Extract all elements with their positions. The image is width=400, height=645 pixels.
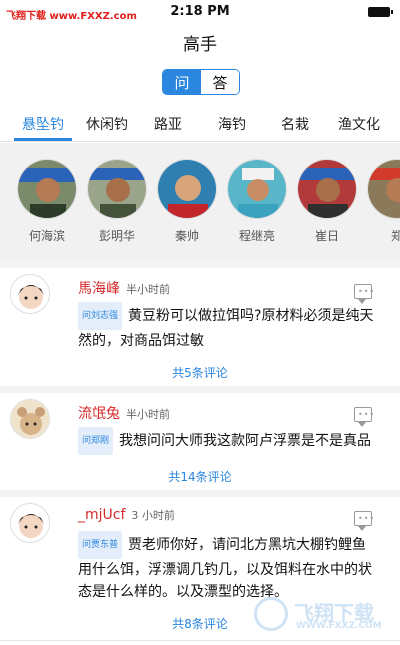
expert-name: 程继亮 <box>238 229 275 243</box>
tab-active-indicator <box>14 138 72 141</box>
tab-xiuxiandiao[interactable]: 休闲钓 <box>86 114 128 134</box>
comment-icon[interactable]: ••• <box>354 284 374 304</box>
username[interactable]: _mjUcf <box>78 507 125 523</box>
ask-tag[interactable]: 问贾东普 <box>78 531 123 559</box>
post-header: _mjUcf 3 小时前 <box>78 507 175 523</box>
question-content: 黄豆粉可以做拉饵吗?原材料必须是纯天然的，对商品饵过敏 <box>78 308 374 349</box>
expert-name: 彭明华 <box>98 229 135 243</box>
tab-yuwenhua[interactable]: 渔文化 <box>338 114 380 134</box>
question-content: 我想问问大师我这款阿卢浮票是不是真品 <box>119 433 372 449</box>
expert-item[interactable]: 崔日 <box>294 159 360 244</box>
brand-logo-icon <box>254 597 288 631</box>
expert-name: 秦帅 <box>174 229 199 243</box>
divider <box>0 640 400 641</box>
brand-url: WWW.FXXZ.COM <box>296 621 382 631</box>
comment-icon[interactable]: ••• <box>354 511 374 531</box>
user-avatar <box>10 274 50 314</box>
tab-xuanzhuidiao[interactable]: 悬坠钓 <box>22 114 64 134</box>
tab-mingzai[interactable]: 名栽 <box>281 114 309 134</box>
page-title: 高手 <box>183 35 217 55</box>
expert-avatar <box>17 159 77 219</box>
expert-item[interactable]: 彭明华 <box>84 159 150 244</box>
expert-item[interactable]: 何海滨 <box>14 159 80 244</box>
tab-luya[interactable]: 路亚 <box>154 114 182 134</box>
comments-link[interactable]: 共5条评论 <box>0 364 400 381</box>
battery-icon <box>368 7 393 17</box>
expert-avatar <box>367 159 400 219</box>
question-text: 问刘志强 黄豆粉可以做拉饵吗?原材料必须是纯天然的，对商品饵过敏 <box>78 302 378 352</box>
expert-item[interactable]: 秦帅 <box>154 159 220 244</box>
ask-tag[interactable]: 问郑刚 <box>78 427 114 455</box>
expert-avatar <box>87 159 147 219</box>
comments-link[interactable]: 共14条评论 <box>0 468 400 485</box>
expert-name: 何海滨 <box>28 229 65 243</box>
expert-avatar <box>157 159 217 219</box>
post-header: 流氓兔 半小时前 <box>78 403 170 423</box>
status-time: 2:18 PM <box>170 4 230 19</box>
username[interactable]: 馬海峰 <box>78 281 120 297</box>
expert-name: 郑 <box>390 229 400 243</box>
section-gap <box>0 386 400 393</box>
question-card[interactable]: 馬海峰 半小时前 ••• 问刘志强 黄豆粉可以做拉饵吗?原材料必须是纯天然的，对商品… <box>0 268 400 386</box>
question-card[interactable]: 流氓兔 半小时前 ••• 问郑刚 我想问问大师我这款阿卢浮票是不是真品 共14条评论 <box>0 393 400 490</box>
experts-strip[interactable]: 何海滨 彭明华 秦帅 程继亮 崔日 郑 <box>0 143 400 261</box>
expert-name: 崔日 <box>314 229 339 243</box>
post-header: 馬海峰 半小时前 <box>78 278 170 298</box>
ask-tag[interactable]: 问刘志强 <box>78 302 123 330</box>
expert-avatar <box>297 159 357 219</box>
status-bar: 飞翔下载 www.FXXZ.com 2:18 PM <box>0 0 400 24</box>
tab-haidiao[interactable]: 海钓 <box>218 114 246 134</box>
question-content: 贾老师你好，请问北方黑坑大棚钓鲤鱼用什么饵，浮漂调几钓几，以及饵料在水中的状态是… <box>78 537 372 600</box>
post-time: 3 小时前 <box>131 509 175 522</box>
username[interactable]: 流氓兔 <box>78 406 120 422</box>
brand-watermark: 飞翔下载 WWW.FXXZ.COM <box>254 593 394 635</box>
comment-icon[interactable]: ••• <box>354 407 374 427</box>
user-avatar <box>10 399 50 439</box>
post-time: 半小时前 <box>126 283 170 296</box>
question-text: 问郑刚 我想问问大师我这款阿卢浮票是不是真品 <box>78 427 378 455</box>
segment-answer[interactable]: 答 <box>201 70 239 94</box>
section-gap <box>0 490 400 497</box>
section-gap <box>0 261 400 268</box>
post-time: 半小时前 <box>126 408 170 421</box>
expert-item[interactable]: 郑 <box>364 159 400 244</box>
user-avatar <box>10 503 50 543</box>
segment-ask[interactable]: 问 <box>163 70 201 94</box>
category-tabs: 悬坠钓 休闲钓 路亚 海钓 名栽 渔文化 <box>0 104 400 142</box>
expert-item[interactable]: 程继亮 <box>224 159 290 244</box>
expert-avatar <box>227 159 287 219</box>
ask-answer-segment: 问 答 <box>162 69 240 95</box>
